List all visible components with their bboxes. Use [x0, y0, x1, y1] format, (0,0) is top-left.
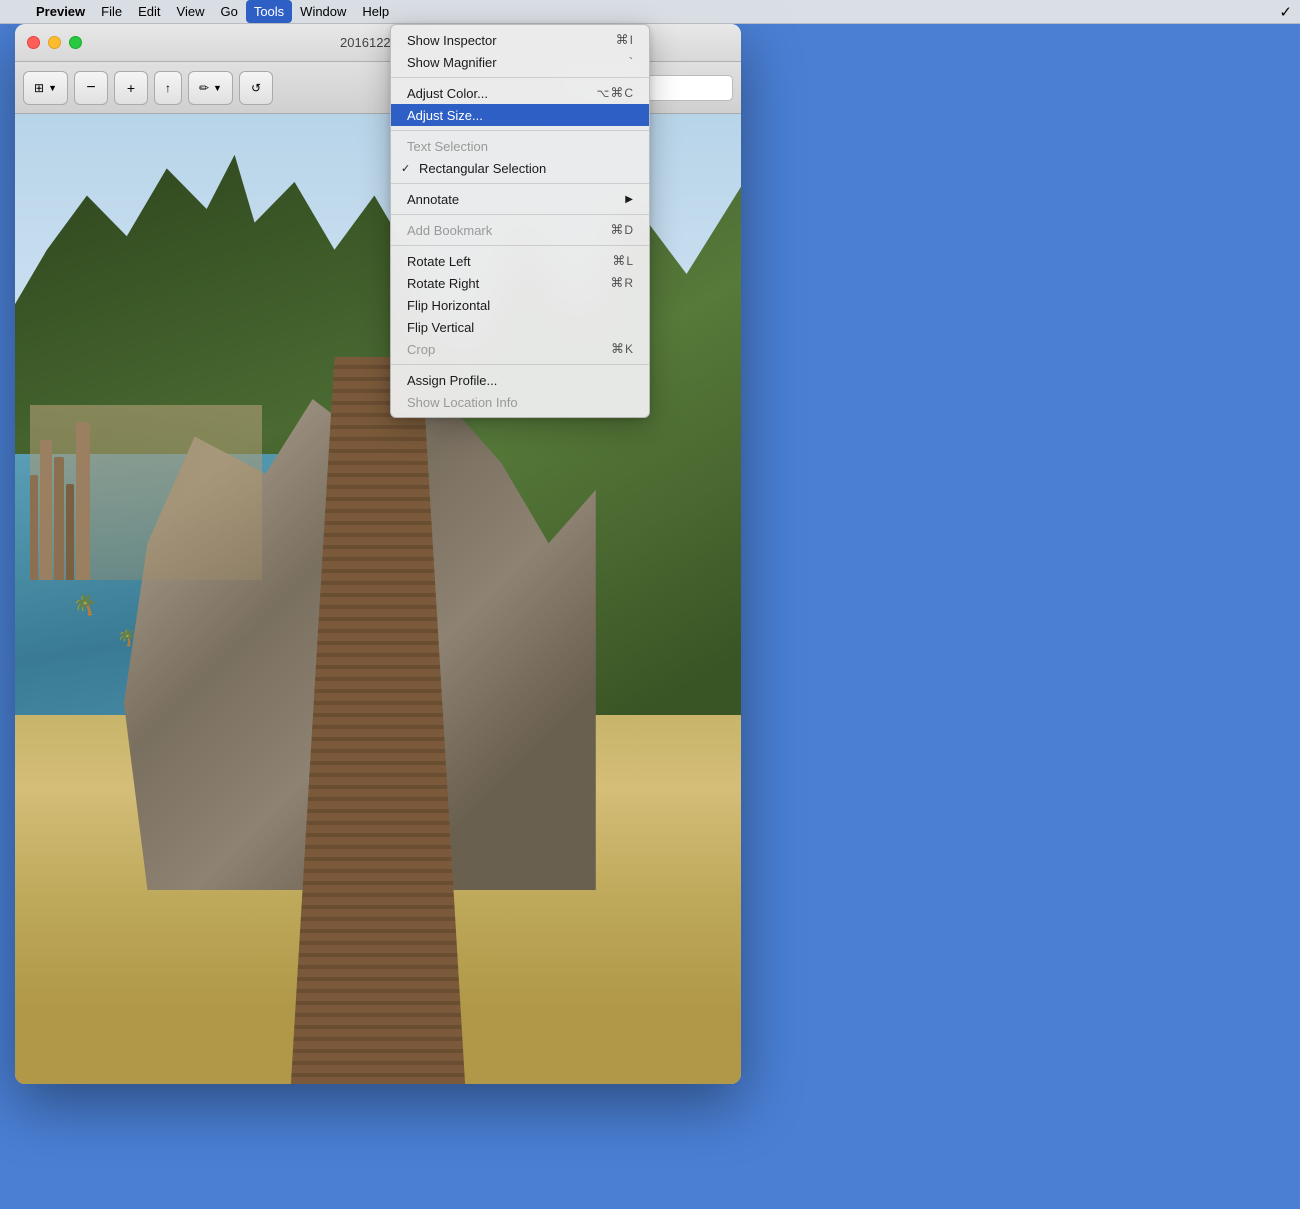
- menu-rectangular-selection[interactable]: ✓ Rectangular Selection: [391, 157, 649, 179]
- menu-show-magnifier[interactable]: Show Magnifier `: [391, 51, 649, 73]
- menu-rotate-right[interactable]: Rotate Right ⌘R: [391, 272, 649, 294]
- share-button[interactable]: ↑: [154, 71, 182, 105]
- separator-6: [391, 364, 649, 365]
- menu-adjust-size[interactable]: Adjust Size...: [391, 104, 649, 126]
- minimize-button[interactable]: [48, 36, 61, 49]
- pen-icon: ✏: [199, 81, 209, 95]
- menubar-right: ✓: [1279, 3, 1292, 21]
- tools-dropdown-menu: Show Inspector ⌘I Show Magnifier ` Adjus…: [390, 24, 650, 418]
- walkway-container: [269, 357, 487, 1085]
- checkmark-icon: ✓: [401, 162, 410, 175]
- zoom-in-icon: +: [127, 80, 135, 96]
- separator-4: [391, 214, 649, 215]
- close-button[interactable]: [27, 36, 40, 49]
- menu-rotate-left[interactable]: Rotate Left ⌘L: [391, 250, 649, 272]
- menu-add-bookmark: Add Bookmark ⌘D: [391, 219, 649, 241]
- menubar-view[interactable]: View: [169, 0, 213, 23]
- rotate-right-shortcut: ⌘R: [610, 275, 633, 291]
- menubar-file[interactable]: File: [93, 0, 130, 23]
- annotate-arrow: ▼: [213, 83, 222, 93]
- menu-flip-vertical[interactable]: Flip Vertical: [391, 316, 649, 338]
- separator-3: [391, 183, 649, 184]
- show-magnifier-shortcut: `: [629, 55, 633, 69]
- share-icon: ↑: [165, 81, 171, 95]
- task-complete-icon: ✓: [1279, 3, 1292, 21]
- menu-assign-profile[interactable]: Assign Profile...: [391, 369, 649, 391]
- separator-2: [391, 130, 649, 131]
- menubar-preview[interactable]: Preview: [28, 0, 93, 23]
- rotate-left-shortcut: ⌘L: [612, 253, 633, 269]
- maximize-button[interactable]: [69, 36, 82, 49]
- separator-5: [391, 245, 649, 246]
- menu-flip-horizontal[interactable]: Flip Horizontal: [391, 294, 649, 316]
- traffic-lights: [27, 36, 82, 49]
- menu-show-inspector[interactable]: Show Inspector ⌘I: [391, 29, 649, 51]
- adjust-color-shortcut: ⌥⌘C: [597, 85, 633, 101]
- view-toggle-button[interactable]: ⊞ ▼: [23, 71, 68, 105]
- zoom-out-button[interactable]: −: [74, 71, 108, 105]
- view-arrow: ▼: [48, 83, 57, 93]
- menubar-help[interactable]: Help: [354, 0, 397, 23]
- menubar-edit[interactable]: Edit: [130, 0, 168, 23]
- menu-crop: Crop ⌘K: [391, 338, 649, 360]
- menu-annotate[interactable]: Annotate ▶: [391, 188, 649, 210]
- zoom-out-icon: −: [86, 79, 95, 97]
- menubar-tools[interactable]: Tools: [246, 0, 292, 23]
- separator-1: [391, 77, 649, 78]
- show-inspector-shortcut: ⌘I: [616, 32, 633, 48]
- crop-shortcut: ⌘K: [611, 341, 633, 357]
- rotate-button[interactable]: ↺: [239, 71, 273, 105]
- rotate-icon: ↺: [251, 81, 261, 95]
- menubar-go[interactable]: Go: [212, 0, 245, 23]
- view-icon: ⊞: [34, 81, 44, 95]
- menu-text-selection: Text Selection: [391, 135, 649, 157]
- palm-trees: 🌴: [71, 591, 100, 620]
- town-area: [30, 405, 262, 580]
- menu-adjust-color[interactable]: Adjust Color... ⌥⌘C: [391, 82, 649, 104]
- apple-menu[interactable]: [8, 0, 28, 23]
- menu-show-location: Show Location Info: [391, 391, 649, 413]
- palm-tree-2: 🌴: [116, 627, 138, 649]
- zoom-in-button[interactable]: +: [114, 71, 148, 105]
- annotate-button[interactable]: ✏ ▼: [188, 71, 233, 105]
- menubar-window[interactable]: Window: [292, 0, 354, 23]
- add-bookmark-shortcut: ⌘D: [610, 222, 633, 238]
- menubar: Preview File Edit View Go Tools Window H…: [0, 0, 1300, 24]
- walkway: [269, 357, 487, 1085]
- submenu-arrow-icon: ▶: [625, 194, 633, 205]
